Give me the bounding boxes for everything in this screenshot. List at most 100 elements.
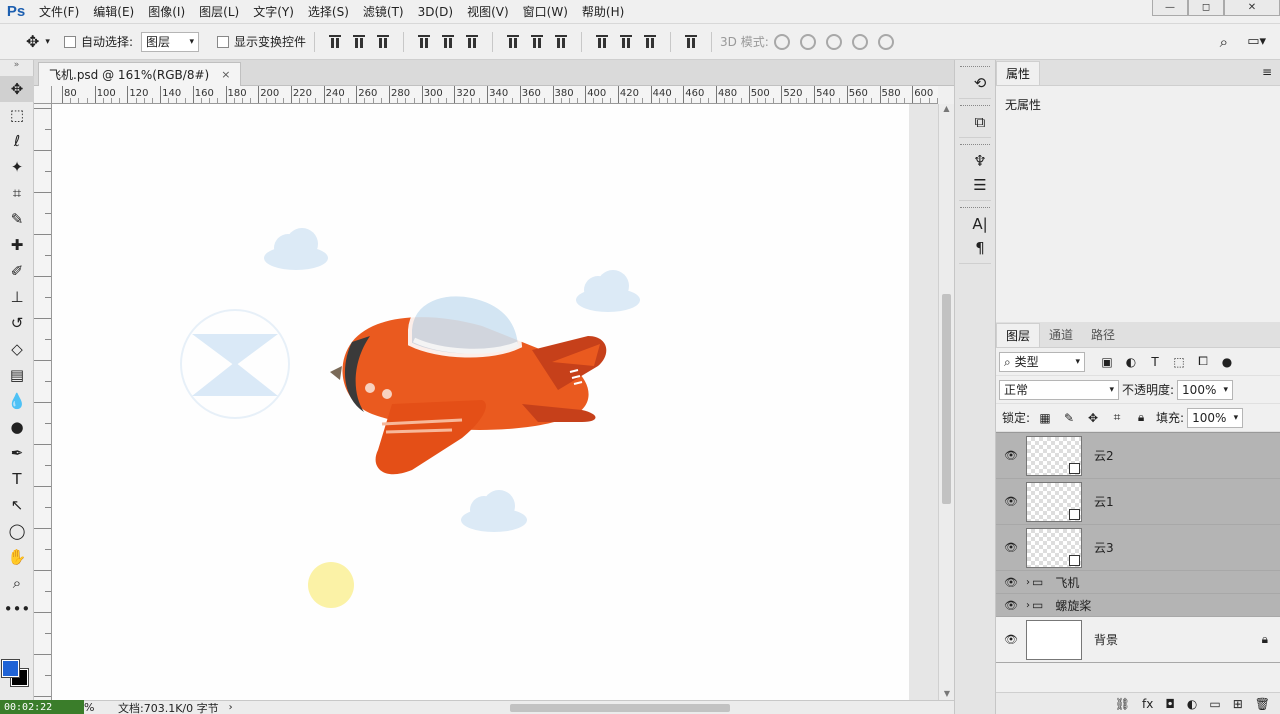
add-mask-icon[interactable]: ◘: [1165, 697, 1175, 711]
menu-3d[interactable]: 3D(D): [411, 0, 460, 24]
align-bottom-icon[interactable]: [377, 34, 389, 49]
brush-presets-icon[interactable]: ♆: [959, 149, 1001, 173]
workspace-switcher-icon[interactable]: ▭▾: [1247, 34, 1266, 49]
lock-pixels-icon[interactable]: ✎: [1060, 411, 1078, 425]
layer-name[interactable]: 云1: [1094, 493, 1280, 510]
type-tool-icon[interactable]: T: [0, 466, 34, 492]
close-icon[interactable]: ×: [221, 68, 230, 81]
search-icon[interactable]: ⌕: [1220, 33, 1228, 51]
panel-collapse-icon[interactable]: »: [0, 60, 33, 76]
3d-slide-icon[interactable]: [851, 33, 868, 50]
distribute-right-icon[interactable]: [644, 34, 656, 49]
menu-help[interactable]: 帮助(H): [575, 0, 631, 24]
align-hcenter-icon[interactable]: [442, 34, 454, 49]
lasso-tool-icon[interactable]: ℓ: [0, 128, 34, 154]
eye-icon[interactable]: 👁︎: [996, 633, 1026, 646]
healing-brush-tool-icon[interactable]: ✚: [0, 232, 34, 258]
move-tool-icon[interactable]: ✥: [0, 76, 34, 102]
3d-rotate-icon[interactable]: [773, 33, 790, 50]
dock-grip[interactable]: [960, 144, 990, 147]
scroll-up-icon[interactable]: ▲: [939, 104, 954, 113]
tab-paths[interactable]: 路径: [1082, 323, 1124, 347]
more-tools-icon[interactable]: •••: [0, 596, 34, 622]
filter-type-icon[interactable]: T: [1146, 355, 1164, 369]
layer-group-row[interactable]: 👁︎ › ▭ 飞机: [996, 571, 1280, 594]
fx-icon[interactable]: fx: [1142, 697, 1153, 711]
filter-toggle-icon[interactable]: ●: [1218, 355, 1236, 369]
gradient-tool-icon[interactable]: ▤: [0, 362, 34, 388]
eye-icon[interactable]: 👁︎: [996, 495, 1026, 508]
tab-channels[interactable]: 通道: [1040, 323, 1082, 347]
new-group-icon[interactable]: ▭: [1209, 697, 1220, 711]
lock-all-icon[interactable]: 🔒︎: [1132, 410, 1150, 425]
menu-image[interactable]: 图像(I): [141, 0, 192, 24]
hand-tool-icon[interactable]: ✋: [0, 544, 34, 570]
menu-window[interactable]: 窗口(W): [516, 0, 575, 24]
canvas-area[interactable]: [52, 104, 938, 700]
menu-file[interactable]: 文件(F): [32, 0, 86, 24]
auto-select-option[interactable]: 自动选择:: [63, 24, 133, 60]
blur-tool-icon[interactable]: 💧: [0, 388, 34, 414]
align-vcenter-icon[interactable]: [353, 34, 365, 49]
menu-filter[interactable]: 滤镜(T): [356, 0, 411, 24]
magic-wand-tool-icon[interactable]: ✦: [0, 154, 34, 180]
pen-tool-icon[interactable]: ✒: [0, 440, 34, 466]
document-tab[interactable]: 飞机.psd @ 161%(RGB/8#) ×: [38, 62, 242, 86]
dodge-tool-icon[interactable]: ●: [0, 414, 34, 440]
path-selection-tool-icon[interactable]: ↖: [0, 492, 34, 518]
link-layers-icon[interactable]: ⛓: [1115, 697, 1130, 711]
lock-position-icon[interactable]: ✥: [1084, 411, 1102, 425]
3d-camera-icon[interactable]: [877, 33, 894, 50]
menu-edit[interactable]: 编辑(E): [86, 0, 141, 24]
dock-grip[interactable]: [960, 207, 990, 210]
dock-grip[interactable]: [960, 66, 990, 69]
auto-align-icon[interactable]: [685, 34, 697, 49]
distribute-bottom-icon[interactable]: [555, 34, 567, 49]
eyedropper-tool-icon[interactable]: ✎: [0, 206, 34, 232]
layer-group-row[interactable]: 👁︎ › ▭ 螺旋桨: [996, 594, 1280, 617]
dock-grip[interactable]: [960, 105, 990, 108]
opacity-input[interactable]: 100% ▾: [1177, 379, 1234, 400]
layer-row[interactable]: 👁︎ 云2: [996, 433, 1280, 479]
libraries-panel-icon[interactable]: ⧉: [959, 110, 1001, 134]
layer-row[interactable]: 👁︎ 云3: [996, 525, 1280, 571]
tab-layers[interactable]: 图层: [996, 323, 1041, 347]
distribute-top-icon[interactable]: [507, 34, 519, 49]
fill-input[interactable]: 100% ▾: [1187, 407, 1244, 428]
chevron-right-icon[interactable]: ›: [1026, 600, 1030, 611]
show-transform-option[interactable]: 显示变换控件: [216, 24, 306, 60]
adjustment-layer-icon[interactable]: ◐: [1187, 697, 1197, 711]
eye-icon[interactable]: 👁︎: [996, 541, 1026, 554]
history-panel-icon[interactable]: ⟲: [959, 71, 1001, 95]
layer-name[interactable]: 云3: [1094, 539, 1280, 556]
vertical-scrollbar[interactable]: ▲ ▼: [938, 104, 954, 700]
align-right-icon[interactable]: [466, 34, 478, 49]
history-brush-tool-icon[interactable]: ↺: [0, 310, 34, 336]
panel-menu-icon[interactable]: ≡: [1262, 65, 1272, 79]
layer-name[interactable]: 背景: [1094, 631, 1262, 648]
crop-tool-icon[interactable]: ⌗: [0, 180, 34, 206]
menu-select[interactable]: 选择(S): [301, 0, 356, 24]
vertical-ruler[interactable]: [34, 104, 52, 700]
lock-transparent-icon[interactable]: ▦: [1036, 411, 1054, 425]
chevron-right-icon[interactable]: ›: [229, 702, 233, 713]
adjustments-icon[interactable]: ☰: [959, 173, 1001, 197]
layer-name[interactable]: 螺旋桨: [1055, 597, 1280, 614]
show-transform-checkbox[interactable]: [216, 35, 229, 48]
ellipse-tool-icon[interactable]: ◯: [0, 518, 34, 544]
horizontal-ruler[interactable]: 80 100 120 140 160 180 200 220 240 260 280 300 320 34…: [52, 86, 938, 104]
character-panel-icon[interactable]: A|: [959, 212, 1001, 236]
layer-row[interactable]: 👁︎ 云1: [996, 479, 1280, 525]
foreground-color-swatch[interactable]: [1, 659, 20, 678]
minimize-button[interactable]: —: [1152, 0, 1188, 16]
distribute-hcenter-icon[interactable]: [620, 34, 632, 49]
layer-row[interactable]: 👁︎ 背景 🔒︎: [996, 617, 1280, 663]
marquee-tool-icon[interactable]: ⬚: [0, 102, 34, 128]
menu-type[interactable]: 文字(Y): [246, 0, 301, 24]
align-left-icon[interactable]: [418, 34, 430, 49]
filter-pixel-icon[interactable]: ▣: [1098, 355, 1116, 369]
vertical-scroll-thumb[interactable]: [942, 294, 951, 504]
document-canvas[interactable]: [52, 104, 909, 700]
eye-icon[interactable]: 👁︎: [996, 599, 1026, 612]
eye-icon[interactable]: 👁︎: [996, 449, 1026, 462]
